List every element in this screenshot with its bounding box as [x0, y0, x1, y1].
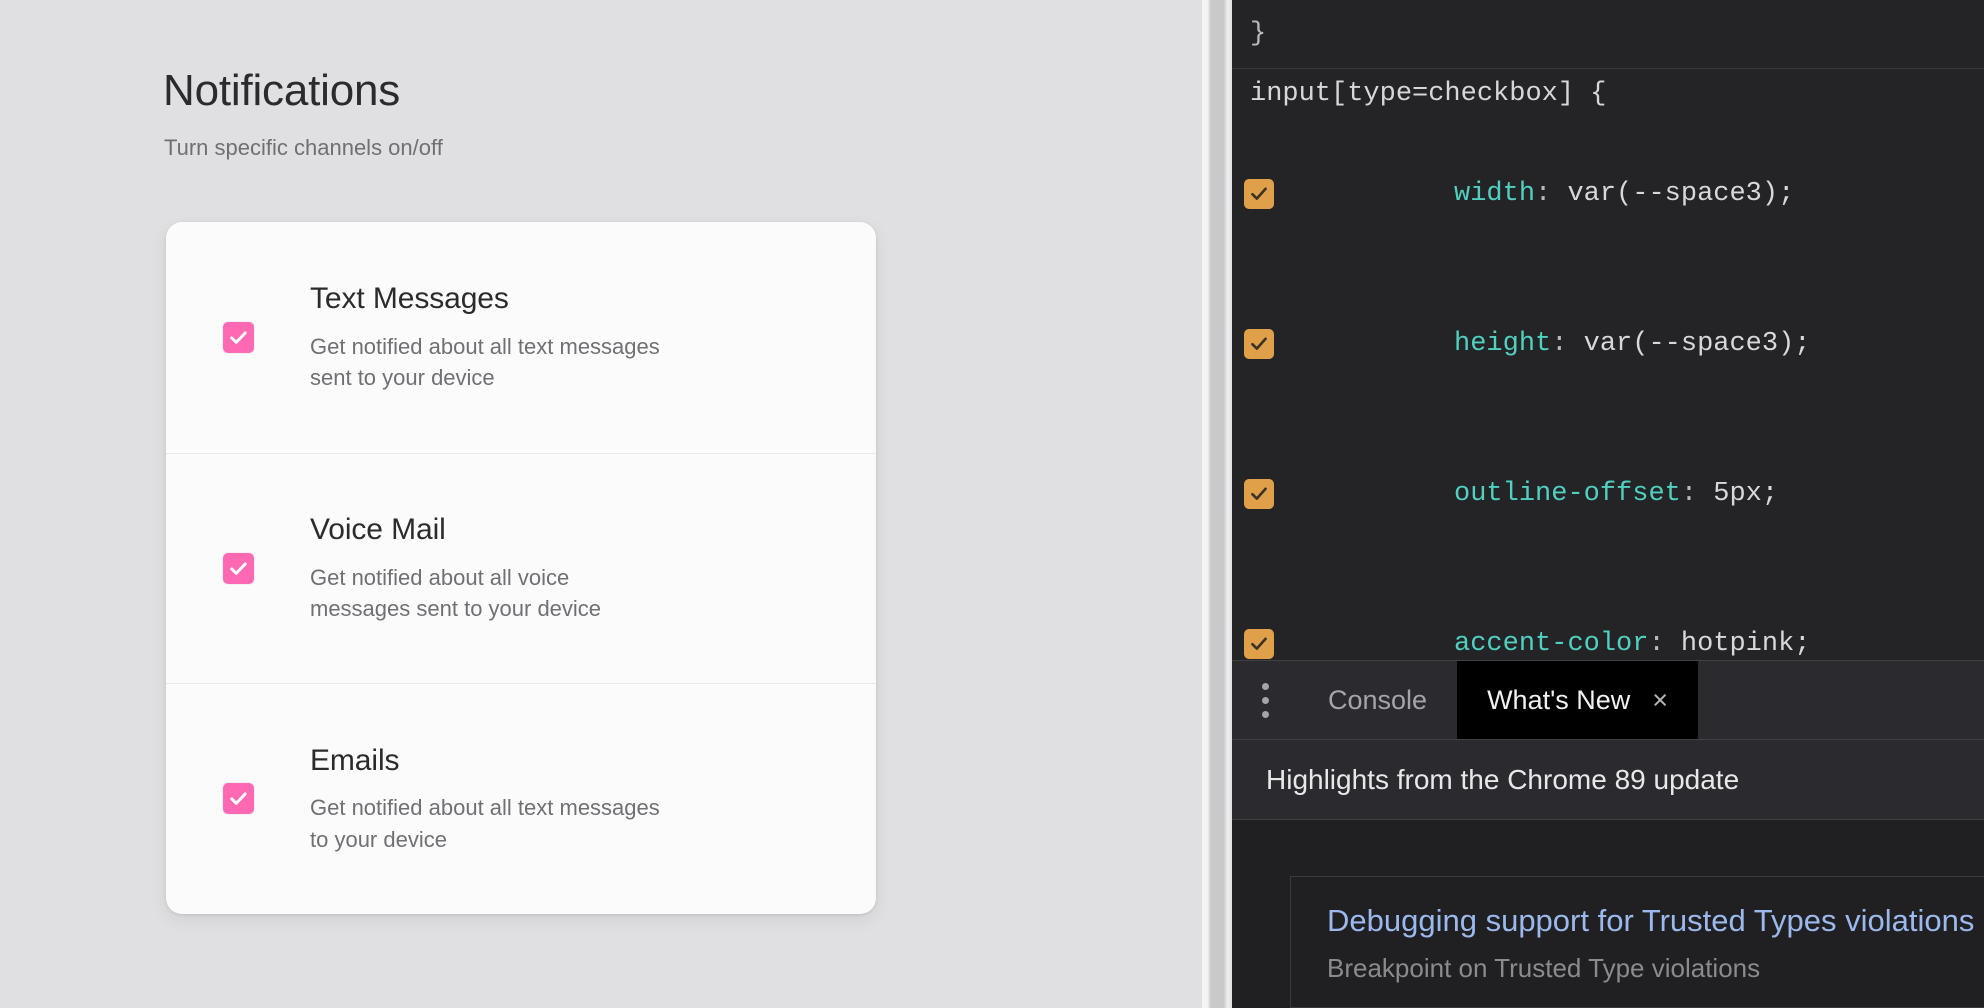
- kebab-dot: [1262, 711, 1269, 718]
- close-icon[interactable]: ×: [1652, 685, 1668, 716]
- kebab-dot: [1262, 683, 1269, 690]
- notifications-card: Text Messages Get notified about all tex…: [166, 222, 876, 914]
- css-colon: :: [1648, 629, 1680, 659]
- css-colon: :: [1551, 329, 1583, 359]
- whats-new-headline: Highlights from the Chrome 89 update: [1232, 740, 1984, 820]
- notification-row[interactable]: Voice Mail Get notified about all voice …: [166, 453, 876, 684]
- css-value[interactable]: hotpink;: [1681, 629, 1811, 659]
- whats-new-item-subtitle: Breakpoint on Trusted Type violations: [1327, 953, 1984, 984]
- css-declaration[interactable]: outline-offset: 5px;: [1232, 419, 1984, 569]
- kebab-dot: [1262, 697, 1269, 704]
- page-subtitle: Turn specific channels on/off: [164, 135, 443, 161]
- drawer-tab-strip: Console What's New ×: [1232, 660, 1984, 740]
- css-value[interactable]: var(--space3);: [1584, 329, 1811, 359]
- row-title: Emails: [310, 743, 836, 778]
- property-enabled-checkbox-icon[interactable]: [1244, 179, 1274, 209]
- checkbox-cell[interactable]: [166, 783, 310, 814]
- styles-pane: } input[type=checkbox] { width: var(--sp…: [1232, 0, 1984, 660]
- property-enabled-checkbox-icon[interactable]: [1244, 329, 1274, 359]
- css-selector: input[type=checkbox] {: [1250, 79, 1606, 109]
- css-value[interactable]: var(--space3);: [1567, 179, 1794, 209]
- row-description: Get notified about all voice messages se…: [310, 562, 670, 624]
- styles-rule[interactable]: input[type=checkbox] { width: var(--spac…: [1232, 68, 1984, 660]
- panel-divider[interactable]: [1202, 0, 1232, 1008]
- css-declaration[interactable]: accent-color: hotpink;: [1232, 569, 1984, 660]
- row-text: Text Messages Get notified about all tex…: [310, 281, 876, 393]
- tab-console[interactable]: Console: [1298, 661, 1457, 739]
- css-property[interactable]: height: [1454, 329, 1551, 359]
- checkbox-cell[interactable]: [166, 553, 310, 584]
- code-line: }: [1232, 0, 1984, 68]
- devtools-panel: } input[type=checkbox] { width: var(--sp…: [1232, 0, 1984, 1008]
- notification-row[interactable]: Emails Get notified about all text messa…: [166, 683, 876, 914]
- checkbox-cell[interactable]: [166, 322, 310, 353]
- tab-label: What's New: [1487, 685, 1630, 716]
- css-property[interactable]: width: [1454, 179, 1535, 209]
- styles-rule-fragment: }: [1232, 0, 1984, 68]
- whats-new-item[interactable]: Debugging support for Trusted Types viol…: [1290, 876, 1984, 1008]
- css-colon: :: [1535, 179, 1567, 209]
- row-title: Voice Mail: [310, 512, 836, 547]
- more-options-icon[interactable]: [1232, 661, 1298, 739]
- row-text: Emails Get notified about all text messa…: [310, 743, 876, 855]
- page-title: Notifications: [163, 66, 400, 116]
- css-property[interactable]: accent-color: [1454, 629, 1648, 659]
- css-declaration[interactable]: height: var(--space3);: [1232, 269, 1984, 419]
- checkbox-checked-icon[interactable]: [223, 553, 254, 584]
- row-description: Get notified about all text messages sen…: [310, 331, 670, 393]
- notification-row[interactable]: Text Messages Get notified about all tex…: [166, 222, 876, 453]
- row-description: Get notified about all text messages to …: [310, 792, 670, 854]
- checkbox-checked-icon[interactable]: [223, 783, 254, 814]
- row-text: Voice Mail Get notified about all voice …: [310, 512, 876, 624]
- tab-label: Console: [1328, 685, 1427, 716]
- css-property[interactable]: outline-offset: [1454, 479, 1681, 509]
- code-token: }: [1250, 19, 1266, 49]
- property-enabled-checkbox-icon[interactable]: [1244, 479, 1274, 509]
- row-title: Text Messages: [310, 281, 836, 316]
- whats-new-body: Debugging support for Trusted Types viol…: [1232, 820, 1984, 1008]
- checkbox-checked-icon[interactable]: [223, 322, 254, 353]
- code-line-selector[interactable]: input[type=checkbox] {: [1232, 69, 1984, 119]
- property-enabled-checkbox-icon[interactable]: [1244, 629, 1274, 659]
- css-declaration[interactable]: width: var(--space3);: [1232, 119, 1984, 269]
- css-value[interactable]: 5px;: [1713, 479, 1778, 509]
- inspected-page: Notifications Turn specific channels on/…: [0, 0, 1202, 1008]
- screen: Notifications Turn specific channels on/…: [0, 0, 1984, 1008]
- whats-new-item-title[interactable]: Debugging support for Trusted Types viol…: [1327, 903, 1984, 939]
- tab-whats-new[interactable]: What's New ×: [1457, 661, 1698, 739]
- css-colon: :: [1681, 479, 1713, 509]
